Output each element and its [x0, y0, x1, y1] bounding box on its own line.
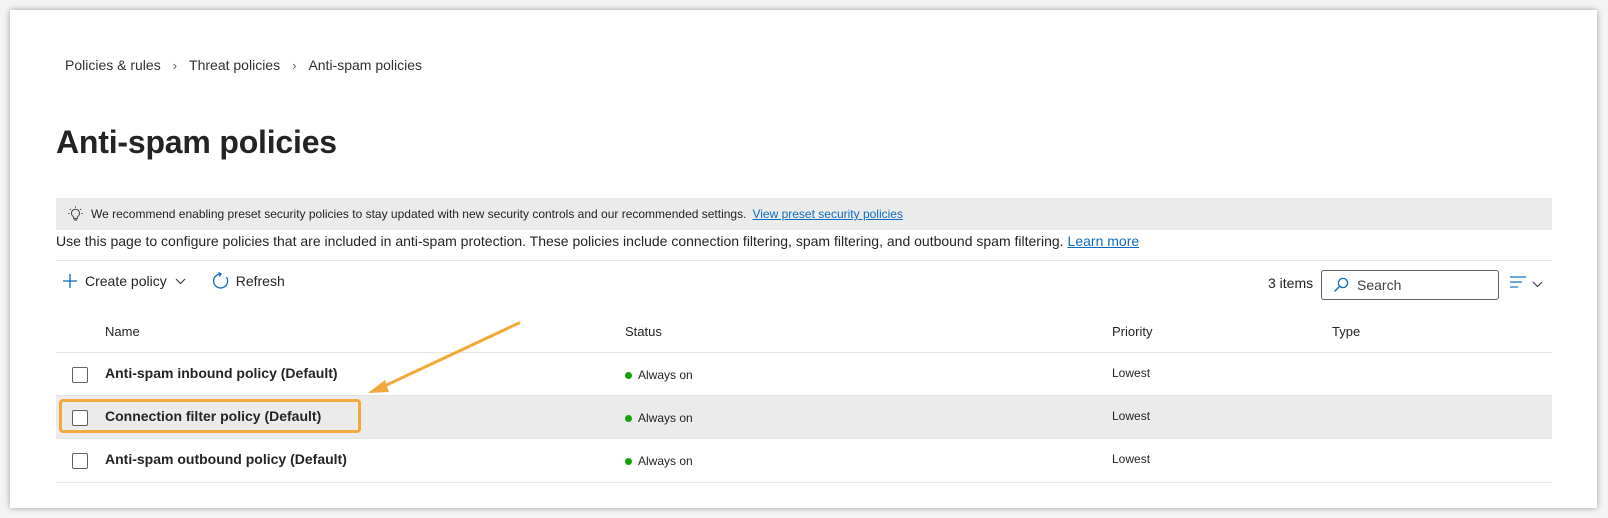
status-dot-icon [625, 414, 632, 422]
status-text: Always on [638, 368, 693, 382]
policy-name[interactable]: Anti-spam outbound policy (Default) [105, 451, 347, 467]
create-policy-button[interactable]: Create policy [62, 273, 186, 289]
item-count: 3 items [1268, 275, 1314, 291]
breadcrumb-threat-policies[interactable]: Threat policies [189, 57, 280, 73]
learn-more-link[interactable]: Learn more [1068, 233, 1140, 249]
toolbar: Create policy Refresh [62, 272, 285, 290]
banner-text: We recommend enabling preset security po… [91, 207, 747, 221]
refresh-label: Refresh [235, 273, 285, 289]
column-header-status[interactable]: Status [625, 324, 662, 339]
chevron-right-icon: › [172, 57, 178, 73]
policy-name[interactable]: Anti-spam inbound policy (Default) [105, 365, 338, 381]
chevron-down-icon [1532, 275, 1543, 293]
breadcrumb-policies-rules[interactable]: Policies & rules [65, 57, 161, 73]
column-header-type[interactable]: Type [1332, 324, 1360, 339]
view-preset-security-policies-link[interactable]: View preset security policies [752, 207, 903, 221]
divider [56, 260, 1552, 261]
page-description: Use this page to configure policies that… [56, 233, 1139, 249]
lightbulb-icon [68, 206, 83, 222]
status-dot-icon [625, 371, 632, 379]
status-text: Always on [638, 454, 693, 468]
divider [56, 482, 1552, 483]
recommendation-banner: We recommend enabling preset security po… [56, 198, 1552, 230]
chevron-right-icon: › [292, 57, 297, 73]
filter-button[interactable] [1510, 275, 1543, 293]
priority-cell: Lowest [1112, 366, 1151, 380]
filter-icon [1510, 275, 1526, 293]
status-dot-icon [625, 457, 632, 465]
search-icon [1333, 277, 1349, 293]
status-text: Always on [638, 411, 693, 425]
search-input[interactable]: Search [1321, 270, 1499, 300]
row-checkbox[interactable] [72, 453, 88, 469]
search-placeholder: Search [1357, 277, 1402, 293]
plus-icon [62, 273, 78, 289]
column-header-priority[interactable]: Priority [1112, 324, 1152, 339]
row-checkbox[interactable] [72, 367, 88, 383]
breadcrumb-anti-spam-policies: Anti-spam policies [308, 57, 423, 73]
status-cell: Always on [625, 454, 693, 468]
refresh-icon [212, 272, 230, 290]
priority-cell: Lowest [1112, 409, 1151, 423]
description-text: Use this page to configure policies that… [56, 233, 1064, 249]
priority-cell: Lowest [1112, 452, 1151, 466]
breadcrumb: Policies & rules › Threat policies › Ant… [65, 57, 422, 73]
page-title: Anti-spam policies [56, 124, 337, 160]
status-cell: Always on [625, 368, 693, 382]
status-cell: Always on [625, 411, 693, 425]
table-row[interactable]: Anti-spam inbound policy (Default) Alway… [56, 352, 1552, 395]
table-row[interactable]: Anti-spam outbound policy (Default) Alwa… [56, 438, 1552, 481]
refresh-button[interactable]: Refresh [212, 272, 285, 290]
callout-highlight-box [59, 399, 361, 433]
chevron-down-icon [175, 278, 186, 285]
create-policy-label: Create policy [85, 273, 167, 289]
column-header-name[interactable]: Name [105, 324, 140, 339]
